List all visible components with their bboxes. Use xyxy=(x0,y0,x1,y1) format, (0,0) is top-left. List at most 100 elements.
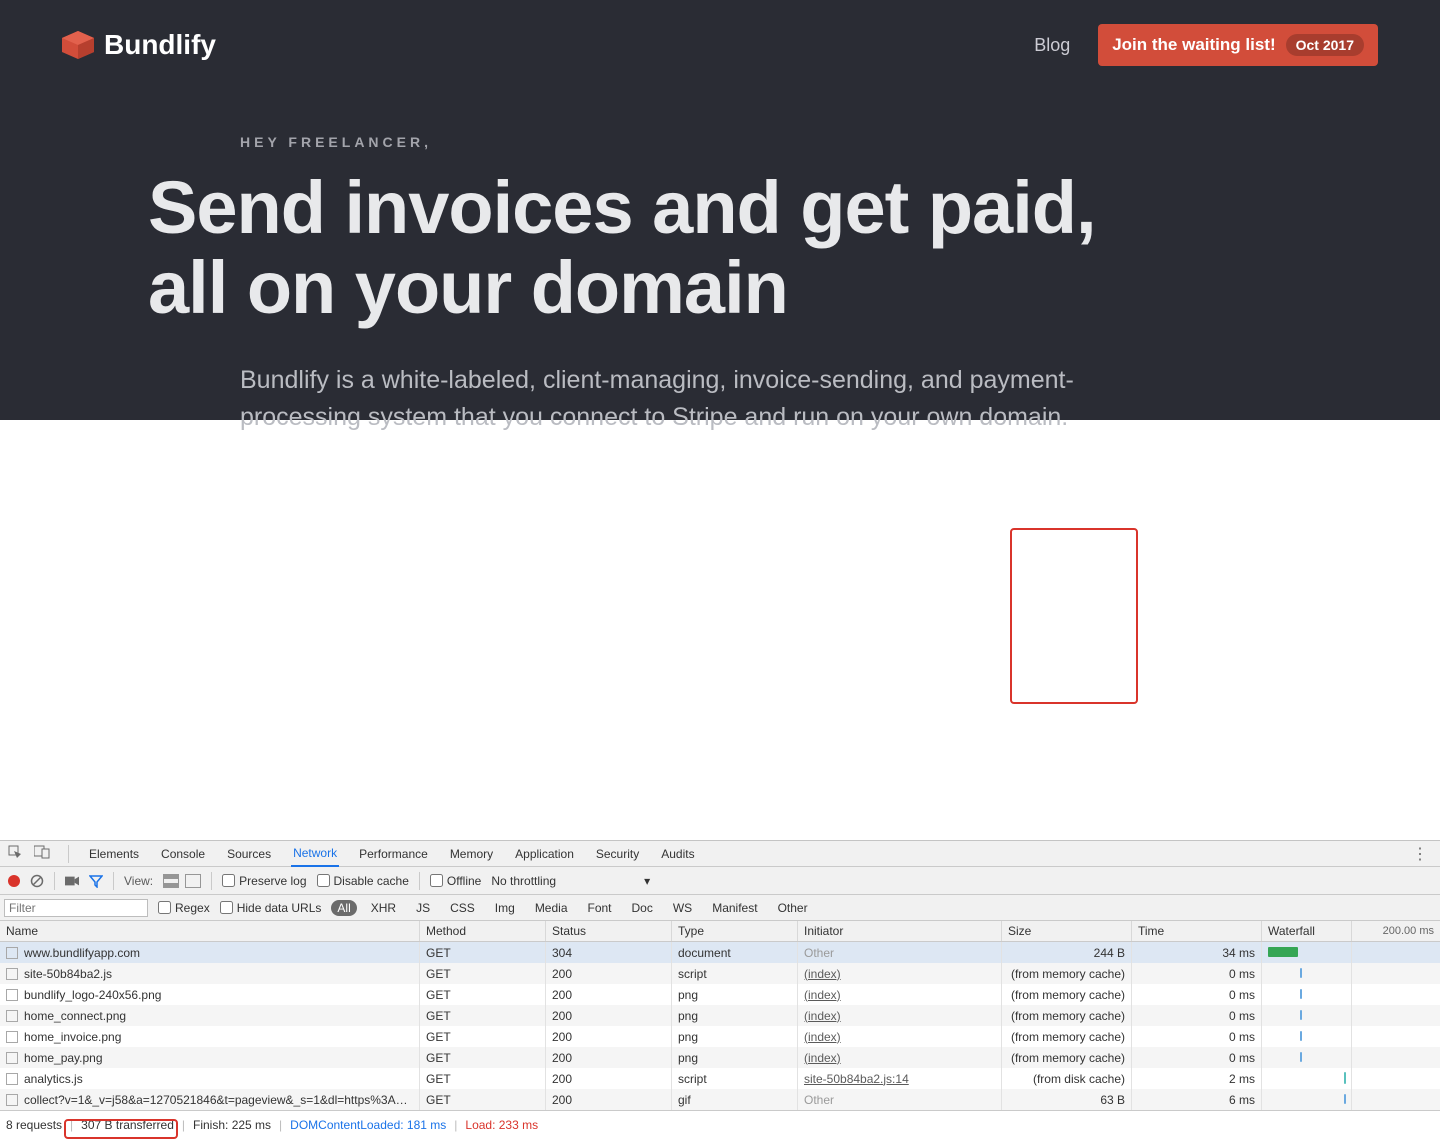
devtools-tab-elements[interactable]: Elements xyxy=(87,841,141,867)
devtools-tab-application[interactable]: Application xyxy=(513,841,576,867)
cell-waterfall-2 xyxy=(1352,1068,1440,1089)
brand[interactable]: Bundlify xyxy=(62,29,216,61)
nav-link-blog[interactable]: Blog xyxy=(1034,35,1070,56)
devtools-tab-console[interactable]: Console xyxy=(159,841,207,867)
cell-waterfall-2 xyxy=(1352,942,1440,963)
col-waterfall[interactable]: Waterfall xyxy=(1262,921,1352,941)
inspect-icon[interactable] xyxy=(8,845,22,862)
cell-name: home_connect.png xyxy=(0,1005,420,1026)
type-filter-doc[interactable]: Doc xyxy=(626,900,659,916)
chevron-down-icon: ▾ xyxy=(644,874,650,888)
devtools-tab-audits[interactable]: Audits xyxy=(659,841,696,867)
cell-initiator[interactable]: (index) xyxy=(798,1047,1002,1068)
file-icon xyxy=(6,1052,18,1064)
view-list-icon[interactable] xyxy=(163,874,179,888)
cell-type: png xyxy=(672,984,798,1005)
brand-name: Bundlify xyxy=(104,29,216,61)
filter-input[interactable] xyxy=(4,899,148,917)
preserve-log-checkbox[interactable]: Preserve log xyxy=(222,874,306,888)
cell-time: 0 ms xyxy=(1132,984,1262,1005)
type-filter-js[interactable]: JS xyxy=(410,900,436,916)
cta-join-waitlist[interactable]: Join the waiting list! Oct 2017 xyxy=(1098,24,1378,66)
devtools-tab-sources[interactable]: Sources xyxy=(225,841,273,867)
view-large-icon[interactable] xyxy=(185,874,201,888)
table-row[interactable]: analytics.jsGET200scriptsite-50b84ba2.js… xyxy=(0,1068,1440,1089)
type-filter-media[interactable]: Media xyxy=(529,900,574,916)
landing-hero: Bundlify Blog Join the waiting list! Oct… xyxy=(0,0,1440,420)
cell-name: collect?v=1&_v=j58&a=1270521846&t=pagevi… xyxy=(0,1089,420,1110)
network-table: Name Method Status Type Initiator Size T… xyxy=(0,921,1440,1110)
file-icon xyxy=(6,1094,18,1106)
camera-icon[interactable] xyxy=(65,874,79,888)
cell-initiator[interactable]: (index) xyxy=(798,963,1002,984)
type-filter-css[interactable]: CSS xyxy=(444,900,481,916)
throttling-select[interactable]: No throttling ▾ xyxy=(491,874,650,888)
disable-cache-checkbox[interactable]: Disable cache xyxy=(317,874,409,888)
cell-waterfall-2 xyxy=(1352,1026,1440,1047)
record-button[interactable] xyxy=(8,875,20,887)
col-initiator[interactable]: Initiator xyxy=(798,921,1002,941)
table-header: Name Method Status Type Initiator Size T… xyxy=(0,921,1440,942)
devtools-kebab-icon[interactable]: ⋮ xyxy=(1408,844,1432,864)
cell-status: 200 xyxy=(546,1026,672,1047)
regex-checkbox[interactable]: Regex xyxy=(158,901,210,915)
network-toolbar: View: Preserve log Disable cache Offline… xyxy=(0,867,1440,895)
col-size[interactable]: Size xyxy=(1002,921,1132,941)
cell-waterfall-2 xyxy=(1352,1047,1440,1068)
cell-waterfall-2 xyxy=(1352,963,1440,984)
file-icon xyxy=(6,1073,18,1085)
status-dcl: DOMContentLoaded: 181 ms xyxy=(290,1118,446,1132)
cell-name: home_invoice.png xyxy=(0,1026,420,1047)
cell-name: home_pay.png xyxy=(0,1047,420,1068)
devtools-tab-memory[interactable]: Memory xyxy=(448,841,495,867)
hide-data-checkbox[interactable]: Hide data URLs xyxy=(220,901,322,915)
col-status[interactable]: Status xyxy=(546,921,672,941)
devtools-tab-performance[interactable]: Performance xyxy=(357,841,430,867)
col-name[interactable]: Name xyxy=(0,921,420,941)
cell-type: png xyxy=(672,1026,798,1047)
status-load: Load: 233 ms xyxy=(465,1118,538,1132)
col-type[interactable]: Type xyxy=(672,921,798,941)
cell-waterfall-2 xyxy=(1352,984,1440,1005)
cell-method: GET xyxy=(420,984,546,1005)
table-row[interactable]: www.bundlifyapp.comGET304documentOther24… xyxy=(0,942,1440,963)
type-filter-other[interactable]: Other xyxy=(772,900,814,916)
table-row[interactable]: bundlify_logo-240x56.pngGET200png(index)… xyxy=(0,984,1440,1005)
devtools-tab-security[interactable]: Security xyxy=(594,841,641,867)
table-row[interactable]: collect?v=1&_v=j58&a=1270521846&t=pagevi… xyxy=(0,1089,1440,1110)
cell-initiator[interactable]: (index) xyxy=(798,984,1002,1005)
type-filter-manifest[interactable]: Manifest xyxy=(706,900,763,916)
cell-initiator[interactable]: (index) xyxy=(798,1026,1002,1047)
hero-sub: Bundlify is a white-labeled, client-mana… xyxy=(240,362,1190,437)
type-filter-ws[interactable]: WS xyxy=(667,900,698,916)
type-filter-all[interactable]: All xyxy=(331,900,356,916)
cell-name: bundlify_logo-240x56.png xyxy=(0,984,420,1005)
devtools-tab-network[interactable]: Network xyxy=(291,841,339,867)
cta-label: Join the waiting list! xyxy=(1112,35,1275,55)
type-filter-xhr[interactable]: XHR xyxy=(365,900,402,916)
device-toggle-icon[interactable] xyxy=(34,845,50,862)
col-method[interactable]: Method xyxy=(420,921,546,941)
network-statusbar: 8 requests | 307 B transferred | Finish:… xyxy=(0,1110,1440,1138)
cell-initiator[interactable]: (index) xyxy=(798,1005,1002,1026)
offline-checkbox[interactable]: Offline xyxy=(430,874,481,888)
type-filter-font[interactable]: Font xyxy=(582,900,618,916)
col-time[interactable]: Time xyxy=(1132,921,1262,941)
cell-status: 200 xyxy=(546,1068,672,1089)
status-transferred: 307 B transferred xyxy=(81,1118,174,1132)
cell-time: 6 ms xyxy=(1132,1089,1262,1110)
table-row[interactable]: home_connect.pngGET200png(index)(from me… xyxy=(0,1005,1440,1026)
cell-method: GET xyxy=(420,1068,546,1089)
table-row[interactable]: home_invoice.pngGET200png(index)(from me… xyxy=(0,1026,1440,1047)
cta-date-pill: Oct 2017 xyxy=(1286,34,1364,56)
filter-icon[interactable] xyxy=(89,874,103,888)
cell-size: (from memory cache) xyxy=(1002,984,1132,1005)
type-filter-img[interactable]: Img xyxy=(489,900,521,916)
cell-type: document xyxy=(672,942,798,963)
clear-icon[interactable] xyxy=(30,874,44,888)
cell-type: script xyxy=(672,963,798,984)
table-row[interactable]: site-50b84ba2.jsGET200script(index)(from… xyxy=(0,963,1440,984)
cell-size: (from memory cache) xyxy=(1002,1026,1132,1047)
cell-initiator[interactable]: site-50b84ba2.js:14 xyxy=(798,1068,1002,1089)
table-row[interactable]: home_pay.pngGET200png(index)(from memory… xyxy=(0,1047,1440,1068)
